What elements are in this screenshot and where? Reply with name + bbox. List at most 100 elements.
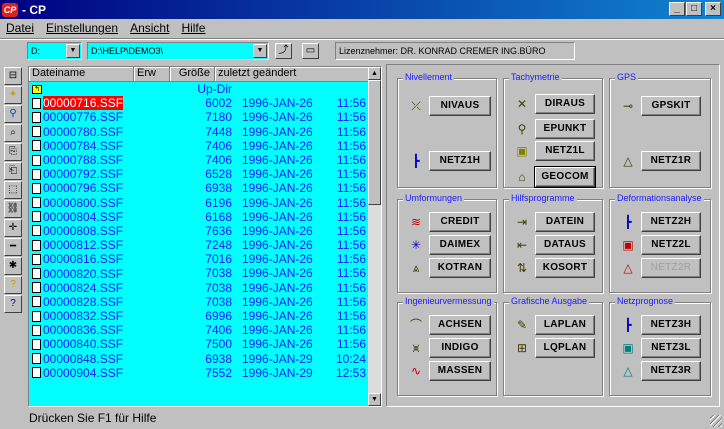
drive-dropdown-icon[interactable]: ▼ — [66, 44, 80, 58]
epunkt-button[interactable]: EPUNKT — [535, 119, 595, 139]
credit-button[interactable]: CREDIT — [429, 212, 491, 232]
network-3h-icon[interactable]: ┣ — [618, 317, 638, 333]
path-select[interactable]: D:\HELP\DEMO3\ ▼ — [87, 42, 269, 60]
left-tool-icon[interactable]: ⬚ — [4, 181, 22, 199]
achsen-button[interactable]: ACHSEN — [429, 315, 491, 335]
cube-icon[interactable]: ▣ — [512, 143, 532, 159]
kotran-button[interactable]: KOTRAN — [429, 258, 491, 278]
file-row[interactable]: 00000804.SSF 6168 1996-JAN-26 11:56 — [29, 210, 369, 224]
cube-green-icon[interactable]: ▣ — [618, 340, 638, 356]
file-list-scrollbar[interactable]: ▲ ▼ — [368, 67, 381, 406]
path-dropdown-icon[interactable]: ▼ — [253, 44, 267, 58]
folder-up-icon[interactable]: ⤴ — [275, 43, 292, 59]
col-filename[interactable]: Dateiname — [29, 67, 134, 82]
netz1h-button[interactable]: NETZ1H — [429, 151, 491, 171]
col-size[interactable]: Größe — [170, 67, 215, 82]
netz1l-button[interactable]: NETZ1L — [535, 141, 595, 161]
file-row[interactable]: 00000800.SSF 6196 1996-JAN-26 11:56 — [29, 196, 369, 210]
level-icon[interactable]: ⤫ — [406, 98, 426, 114]
nivaus-button[interactable]: NIVAUS — [429, 96, 491, 116]
indigo-icon[interactable]: ⩙ — [406, 340, 426, 356]
triangle-red-icon[interactable]: △ — [618, 260, 638, 276]
left-tool-icon[interactable]: ⎗ — [4, 162, 22, 180]
netz2r-button[interactable]: NETZ2R — [641, 258, 701, 278]
credit-icon[interactable]: ≋ — [406, 214, 426, 230]
col-extension[interactable]: Erw — [134, 67, 170, 82]
file-row[interactable]: 00000828.SSF 7038 1996-JAN-26 11:56 — [29, 295, 369, 309]
kosort-button[interactable]: KOSORT — [535, 258, 595, 278]
menu-einstellungen[interactable]: Einstellungen — [40, 21, 124, 35]
left-tool-icon[interactable]: ⛓ — [4, 200, 22, 218]
left-tool-icon[interactable]: ⊟ — [4, 67, 22, 85]
scroll-up-icon[interactable]: ▲ — [368, 67, 381, 80]
netz3r-button[interactable]: NETZ3R — [641, 361, 701, 381]
updir-row[interactable]: ↰ Up-Dir — [29, 82, 369, 96]
netz3l-button[interactable]: NETZ3L — [641, 338, 701, 358]
file-row[interactable]: 00000792.SSF 6528 1996-JAN-26 11:56 — [29, 167, 369, 181]
title-bar[interactable]: CP - CP _ □ × — [0, 0, 724, 19]
file-row[interactable]: 00000904.SSF 7552 1996-JAN-29 12:53 — [29, 366, 369, 380]
left-tool-icon[interactable]: ✦ — [4, 86, 22, 104]
pen-icon[interactable]: ✎ — [512, 317, 532, 333]
file-row[interactable]: 00000820.SSF 7038 1996-JAN-26 11:56 — [29, 266, 369, 281]
file-row[interactable]: 00000716.SSF 6002 1996-JAN-26 11:56 — [29, 96, 369, 111]
left-tool-icon[interactable]: ⌕ — [4, 124, 22, 142]
axis-icon[interactable]: ⌒ — [406, 317, 426, 333]
star-icon[interactable]: ✳ — [406, 237, 426, 253]
maximize-button[interactable]: □ — [686, 2, 702, 16]
menu-hilfe[interactable]: Hilfe — [175, 21, 211, 35]
file-row[interactable]: 00000776.SSF 7180 1996-JAN-26 11:56 — [29, 110, 369, 124]
dataus-button[interactable]: DATAUS — [535, 235, 595, 255]
file-row[interactable]: 00000816.SSF 7016 1996-JAN-26 11:56 — [29, 252, 369, 266]
transform-icon[interactable]: ⩓ — [406, 260, 426, 276]
left-tool-icon[interactable]: ⎘ — [4, 143, 22, 161]
network-2h-icon[interactable]: ┣ — [618, 214, 638, 230]
file-row[interactable]: 00000836.SSF 7406 1996-JAN-26 11:56 — [29, 323, 369, 337]
minimize-button[interactable]: _ — [669, 2, 685, 16]
cube-red-icon[interactable]: ▣ — [618, 237, 638, 253]
triangle-icon[interactable]: △ — [618, 153, 638, 169]
app-icon[interactable]: CP — [2, 2, 18, 17]
point-icon[interactable]: ⚲ — [512, 121, 532, 137]
diraus-button[interactable]: DIRAUS — [535, 94, 595, 114]
file-out-icon[interactable]: ⇤ — [512, 237, 532, 253]
menu-ansicht[interactable]: Ansicht — [124, 21, 175, 35]
file-row[interactable]: 00000788.SSF 7406 1996-JAN-26 11:56 — [29, 153, 369, 167]
daimex-button[interactable]: DAIMEX — [429, 235, 491, 255]
indigo-button[interactable]: INDIGO — [429, 338, 491, 358]
close-button[interactable]: × — [705, 2, 721, 16]
laplan-button[interactable]: LAPLAN — [535, 315, 595, 335]
left-tool-icon[interactable]: ⚲ — [4, 105, 22, 123]
network-1h-icon[interactable]: ┣ — [406, 153, 426, 169]
tachymeter-icon[interactable]: ✕ — [512, 96, 532, 112]
left-tool-icon[interactable]: ✛ — [4, 219, 22, 237]
mass-icon[interactable]: ∿ — [406, 363, 426, 379]
left-tool-icon[interactable]: ? — [4, 276, 22, 294]
triangle-green-icon[interactable]: △ — [618, 363, 638, 379]
file-row[interactable]: 00000824.SSF 7038 1996-JAN-26 11:56 — [29, 281, 369, 295]
file-row[interactable]: 00000848.SSF 6938 1996-JAN-29 10:24 — [29, 352, 369, 366]
massen-button[interactable]: MASSEN — [429, 361, 491, 381]
file-row[interactable]: 00000784.SSF 7406 1996-JAN-26 11:56 — [29, 139, 369, 153]
netz2l-button[interactable]: NETZ2L — [641, 235, 701, 255]
geocom-button[interactable]: GEOCOM — [534, 166, 596, 188]
file-row[interactable]: 00000796.SSF 6938 1996-JAN-26 11:56 — [29, 181, 369, 195]
file-row[interactable]: 00000840.SSF 7500 1996-JAN-26 11:56 — [29, 337, 369, 351]
datein-button[interactable]: DATEIN — [535, 212, 595, 232]
left-tool-icon[interactable]: ━ — [4, 238, 22, 256]
scroll-thumb[interactable] — [368, 80, 381, 205]
scroll-down-icon[interactable]: ▼ — [368, 393, 381, 406]
drive-select[interactable]: D: ▼ — [27, 42, 82, 60]
file-list[interactable]: Dateiname Erw Größe zuletzt geändert ↰ U… — [28, 66, 382, 407]
plot-icon[interactable]: ⊞ — [512, 340, 532, 356]
satellite-icon[interactable]: ⊸ — [618, 98, 638, 114]
file-row[interactable]: 00000832.SSF 6996 1996-JAN-26 11:56 — [29, 309, 369, 323]
new-folder-icon[interactable]: ▭ — [302, 43, 319, 59]
gpskit-button[interactable]: GPSKIT — [641, 96, 701, 116]
file-row[interactable]: 00000812.SSF 7248 1996-JAN-26 11:56 — [29, 238, 369, 252]
left-tool-icon[interactable]: ✱ — [4, 257, 22, 275]
menu-datei[interactable]: Datei — [0, 21, 40, 35]
file-row[interactable]: 00000808.SSF 7636 1996-JAN-26 11:56 — [29, 224, 369, 238]
file-in-icon[interactable]: ⇥ — [512, 214, 532, 230]
resize-grip-icon[interactable] — [710, 415, 722, 427]
